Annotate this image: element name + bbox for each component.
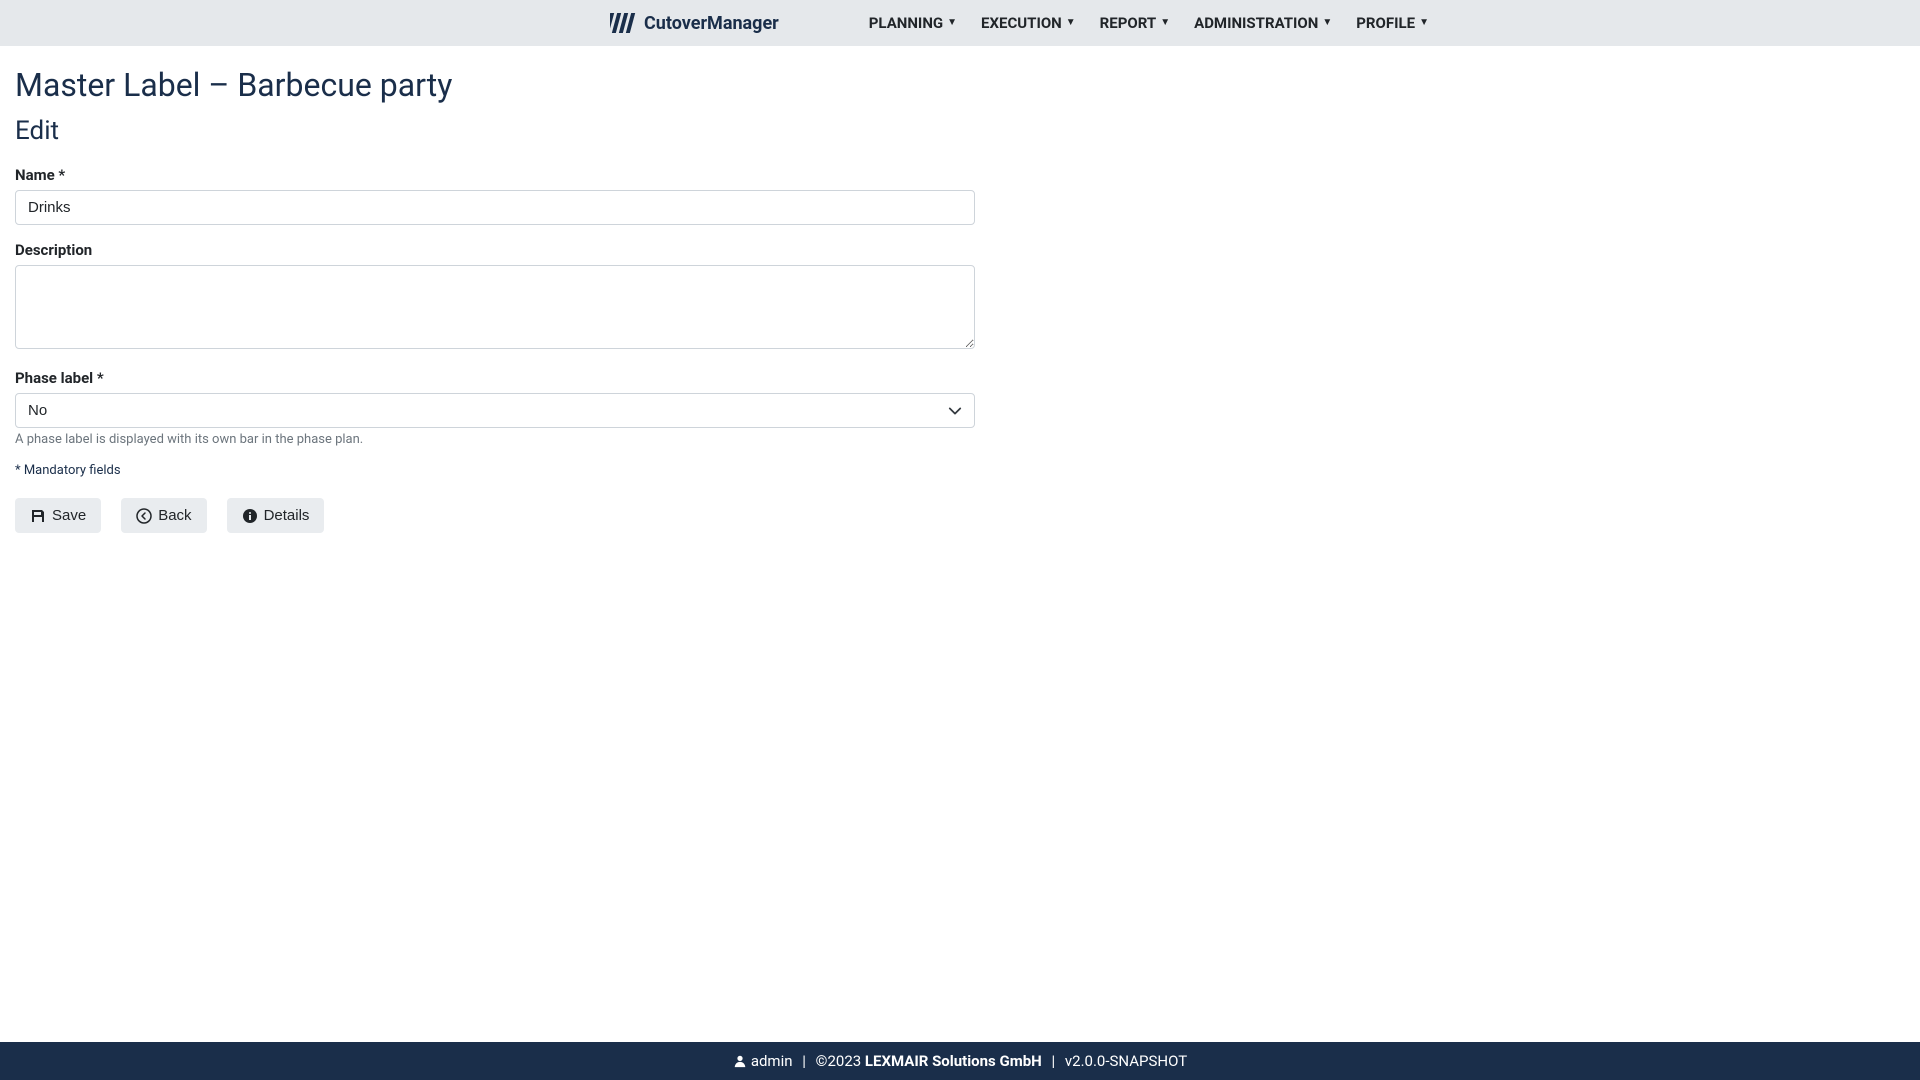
info-circle-icon — [242, 508, 258, 524]
section-title: Edit — [15, 116, 1905, 146]
brand-logo-icon — [610, 10, 636, 36]
phase-label-label: Phase label * — [15, 369, 975, 387]
chevron-down-icon: ▼ — [947, 18, 957, 28]
nav-planning[interactable]: PLANNING ▼ — [869, 14, 957, 32]
nav-profile-label: PROFILE — [1356, 14, 1415, 32]
brand[interactable]: CutoverManager — [610, 10, 779, 36]
main-content: Master Label – Barbecue party Edit Name … — [0, 46, 1920, 1042]
description-textarea[interactable] — [15, 265, 975, 349]
nav-administration[interactable]: ADMINISTRATION ▼ — [1194, 14, 1332, 32]
button-row: Save Back Details — [15, 498, 1905, 533]
footer-version: v2.0.0-SNAPSHOT — [1065, 1052, 1187, 1070]
footer-copyright-prefix: ©2023 — [816, 1052, 862, 1070]
back-button-label: Back — [158, 507, 191, 524]
navbar-inner: CutoverManager PLANNING ▼ EXECUTION ▼ RE… — [360, 10, 1560, 36]
back-button[interactable]: Back — [121, 498, 206, 533]
description-label: Description — [15, 241, 975, 259]
nav-planning-label: PLANNING — [869, 14, 943, 32]
footer-company: LEXMAIR Solutions GmbH — [865, 1052, 1042, 1070]
footer-separator: | — [802, 1052, 806, 1070]
user-icon — [733, 1054, 747, 1068]
chevron-down-icon: ▼ — [1066, 18, 1076, 28]
nav-execution[interactable]: EXECUTION ▼ — [981, 14, 1076, 32]
footer-user: admin — [751, 1052, 793, 1070]
chevron-down-icon: ▼ — [1419, 18, 1429, 28]
save-button-label: Save — [52, 507, 86, 524]
details-button[interactable]: Details — [227, 498, 325, 533]
nav-report[interactable]: REPORT ▼ — [1100, 14, 1170, 32]
chevron-down-icon: ▼ — [1160, 18, 1170, 28]
name-label: Name * — [15, 166, 975, 184]
nav-items: PLANNING ▼ EXECUTION ▼ REPORT ▼ ADMINIST… — [869, 14, 1429, 32]
nav-report-label: REPORT — [1100, 14, 1157, 32]
chevron-down-icon: ▼ — [1322, 18, 1332, 28]
top-navbar: CutoverManager PLANNING ▼ EXECUTION ▼ RE… — [0, 0, 1920, 46]
details-button-label: Details — [264, 507, 310, 524]
name-input[interactable] — [15, 190, 975, 225]
form-group-phase-label: Phase label * No A phase label is displa… — [15, 369, 975, 447]
arrow-left-circle-icon — [136, 508, 152, 524]
brand-name: CutoverManager — [644, 13, 779, 34]
footer: admin | ©2023 LEXMAIR Solutions GmbH | v… — [0, 1042, 1920, 1080]
footer-separator: | — [1051, 1052, 1055, 1070]
page-title: Master Label – Barbecue party — [15, 66, 1905, 104]
form-group-name: Name * — [15, 166, 975, 225]
form-group-description: Description — [15, 241, 975, 353]
phase-label-select[interactable]: No — [15, 393, 975, 428]
nav-profile[interactable]: PROFILE ▼ — [1356, 14, 1429, 32]
phase-label-help: A phase label is displayed with its own … — [15, 432, 975, 447]
nav-administration-label: ADMINISTRATION — [1194, 14, 1318, 32]
save-button[interactable]: Save — [15, 498, 101, 533]
nav-execution-label: EXECUTION — [981, 14, 1062, 32]
save-icon — [30, 508, 46, 524]
mandatory-note: * Mandatory fields — [15, 463, 1905, 478]
